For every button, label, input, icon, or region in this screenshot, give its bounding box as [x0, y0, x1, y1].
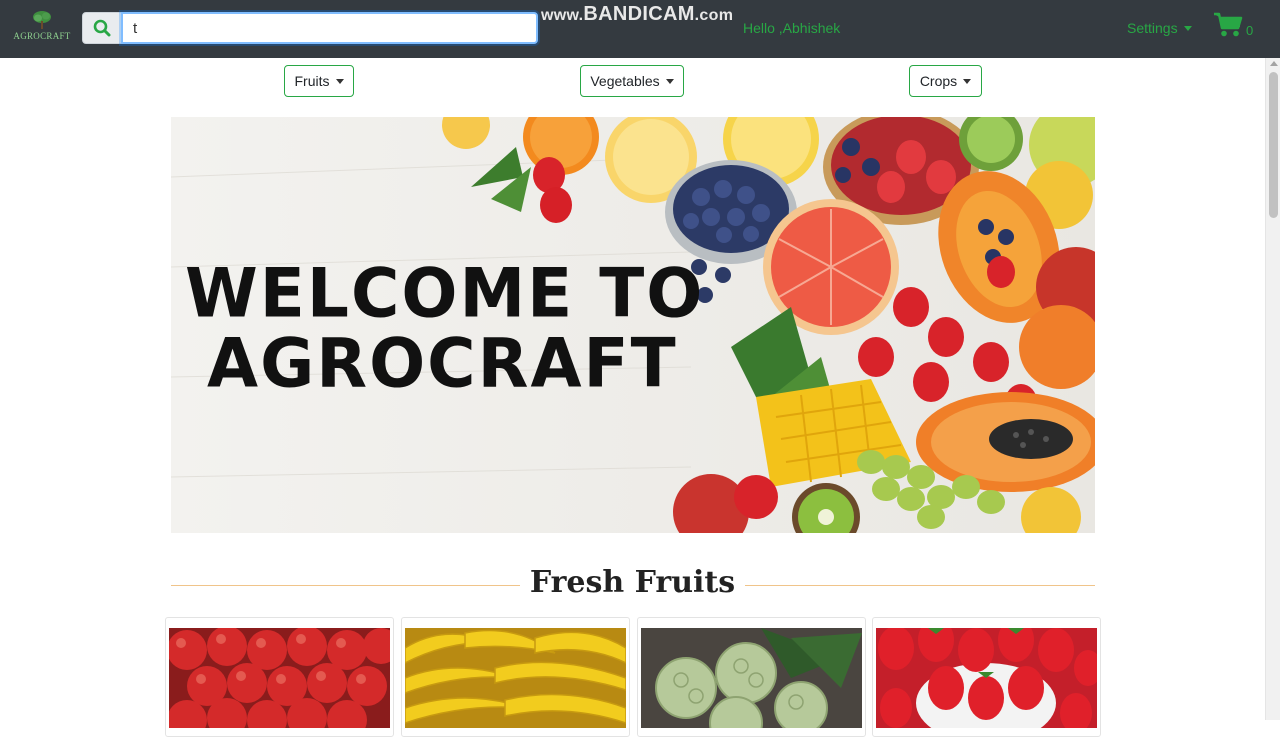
product-card-custard-apples[interactable] — [637, 617, 866, 737]
welcome-banner: WELCOME TO AGROCRAFT — [171, 117, 1095, 533]
fruits-dropdown[interactable]: Fruits — [284, 65, 354, 97]
cart-button[interactable]: 0 — [1213, 12, 1253, 38]
crops-dropdown[interactable]: Crops — [909, 65, 982, 97]
banner-heading-line2: AGROCRAFT — [207, 324, 678, 403]
bananas-image — [405, 628, 626, 728]
watermark-suffix: .com — [694, 7, 734, 24]
top-navbar: AGROCRAFT www.BANDICAM.com Hello ,Abhish… — [0, 0, 1280, 58]
search-icon — [93, 19, 111, 37]
fruits-dropdown-label: Fruits — [294, 73, 330, 89]
logo-text: AGROCRAFT — [13, 31, 71, 41]
vegetables-dropdown-label: Vegetables — [590, 73, 660, 89]
brand-logo[interactable]: AGROCRAFT — [12, 10, 72, 46]
user-greeting: Hello ,Abhishek — [743, 20, 841, 36]
settings-label: Settings — [1127, 20, 1178, 36]
scrollbar-thumb[interactable] — [1269, 72, 1278, 218]
chevron-down-icon — [963, 78, 972, 84]
custard-apples-image — [641, 628, 862, 728]
shopping-cart-icon — [1214, 12, 1243, 37]
watermark-prefix: www. — [541, 7, 584, 24]
crops-dropdown-label: Crops — [919, 73, 958, 89]
apples-image — [169, 628, 390, 728]
recording-watermark: www.BANDICAM.com — [541, 3, 733, 26]
tree-icon — [33, 11, 51, 29]
product-card-strawberries[interactable] — [872, 617, 1101, 737]
section-title: Fresh Fruits — [0, 565, 1265, 600]
product-card-apples[interactable] — [165, 617, 394, 737]
page-scrollbar[interactable] — [1265, 58, 1280, 720]
chevron-down-icon — [335, 78, 344, 84]
scroll-up-icon[interactable] — [1270, 61, 1278, 66]
search-button[interactable] — [82, 12, 122, 44]
chevron-down-icon — [665, 78, 674, 84]
search-input[interactable] — [121, 12, 538, 44]
strawberries-image — [876, 628, 1097, 728]
settings-dropdown[interactable]: Settings — [1127, 20, 1192, 36]
chevron-down-icon — [1183, 26, 1192, 31]
product-card-bananas[interactable] — [401, 617, 630, 737]
section-title-text: Fresh Fruits — [519, 565, 746, 600]
cart-count: 0 — [1246, 23, 1254, 38]
watermark-name: BANDICAM — [583, 3, 695, 25]
vegetables-dropdown[interactable]: Vegetables — [580, 65, 684, 97]
banner-heading-line1: WELCOME TO — [185, 254, 705, 333]
